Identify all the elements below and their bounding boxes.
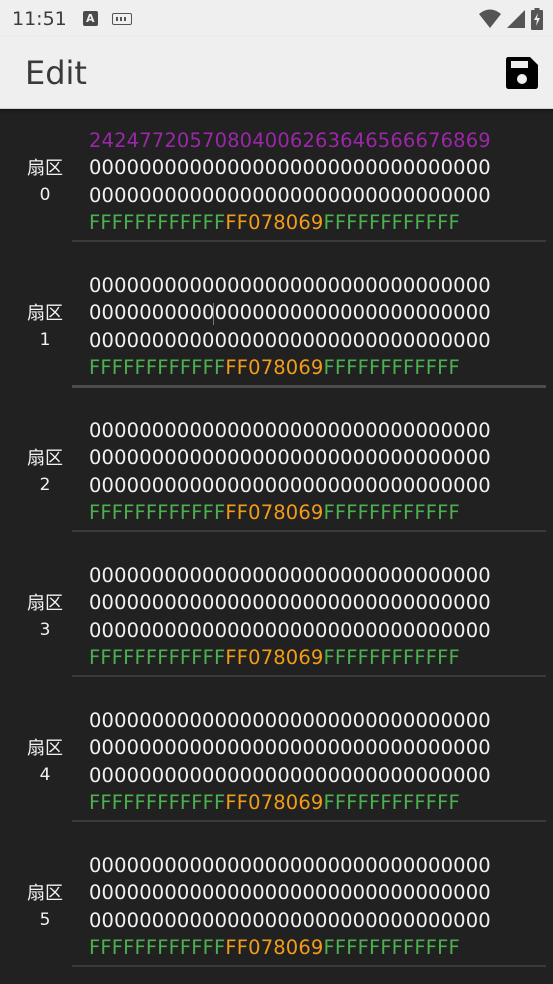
- sector-trailer[interactable]: FFFFFFFFFFFFFF078069FFFFFFFFFFFF: [89, 354, 491, 381]
- data-block[interactable]: 00000000000000000000000000000000: [89, 907, 491, 934]
- sector-number: 3: [39, 620, 51, 640]
- data-block[interactable]: 00000000000000000000000000000000: [89, 272, 491, 299]
- key-a: FFFFFFFFFFFF: [89, 210, 226, 234]
- sector-label-text: 扇区: [27, 738, 63, 759]
- sector-number: 5: [39, 910, 51, 930]
- sector-number: 0: [39, 185, 51, 205]
- sector-label: 扇区 3: [20, 591, 70, 643]
- key-a: FFFFFFFFFFFF: [89, 645, 226, 669]
- sector-item[interactable]: 扇区 2 00000000000000000000000000000000 00000…: [0, 400, 553, 545]
- sector-blocks[interactable]: 00000000000000000000000000000000 00000000…: [89, 417, 491, 526]
- sector-trailer[interactable]: FFFFFFFFFFFFFF078069FFFFFFFFFFFF: [89, 789, 491, 816]
- sector-blocks[interactable]: 00000000000000000000000000000000 00000000…: [89, 562, 491, 671]
- key-a: FFFFFFFFFFFF: [89, 935, 226, 959]
- key-b: FFFFFFFFFFFF: [323, 500, 460, 524]
- data-block[interactable]: 00000000000000000000000000000000: [89, 589, 491, 616]
- sector-number: 4: [39, 765, 51, 785]
- sector-blocks[interactable]: 24247720570804006263646566676869 00000000…: [89, 127, 491, 236]
- sector-label-text: 扇区: [27, 158, 63, 179]
- app-bar: Edit: [0, 37, 553, 109]
- key-b: FFFFFFFFFFFF: [323, 645, 460, 669]
- sector-item[interactable]: 扇区 3 00000000000000000000000000000000 00000…: [0, 545, 553, 690]
- data-block[interactable]: 00000000000000000000000000000000: [89, 444, 491, 471]
- key-b: FFFFFFFFFFFF: [323, 355, 460, 379]
- data-block[interactable]: 00000000000000000000000000000000: [89, 852, 491, 879]
- access-bits: FF078069: [225, 645, 324, 669]
- sector-divider: [72, 965, 546, 967]
- key-a: FFFFFFFFFFFF: [89, 355, 226, 379]
- sector-divider: [72, 240, 546, 242]
- status-bar: 11:51 A: [0, 0, 553, 37]
- sector-label-text: 扇区: [27, 303, 63, 324]
- battery-charging-icon: [531, 8, 543, 30]
- text-cursor: [213, 303, 214, 325]
- key-b: FFFFFFFFFFFF: [323, 935, 460, 959]
- data-block[interactable]: 00000000000000000000000000000000: [89, 762, 491, 789]
- key-a: FFFFFFFFFFFF: [89, 500, 226, 524]
- data-block[interactable]: 00000000000000000000000000000000: [89, 182, 491, 209]
- sector-label: 扇区 5: [20, 881, 70, 933]
- sector-divider: [72, 385, 546, 388]
- status-icons-right: [479, 8, 543, 30]
- data-block[interactable]: 00000000000000000000000000000000: [89, 617, 491, 644]
- key-a: FFFFFFFFFFFF: [89, 790, 226, 814]
- data-block[interactable]: 00000000000000000000000000000000: [89, 417, 491, 444]
- uid-block[interactable]: 24247720570804006263646566676869: [89, 127, 491, 154]
- text-input-icon: A: [82, 11, 98, 26]
- sector-item[interactable]: 扇区 0 24247720570804006263646566676869 00000…: [0, 110, 553, 255]
- sector-blocks[interactable]: 00000000000000000000000000000000 00000000…: [89, 852, 491, 961]
- key-b: FFFFFFFFFFFF: [323, 790, 460, 814]
- sector-trailer[interactable]: FFFFFFFFFFFFFF078069FFFFFFFFFFFF: [89, 209, 491, 236]
- save-icon: [506, 57, 538, 89]
- sector-label: 扇区 0: [20, 156, 70, 208]
- access-bits: FF078069: [225, 210, 324, 234]
- sector-divider: [72, 675, 546, 677]
- key-b: FFFFFFFFFFFF: [323, 210, 460, 234]
- status-icons-left: A: [82, 11, 132, 26]
- page-title: Edit: [25, 54, 87, 92]
- access-bits: FF078069: [225, 355, 324, 379]
- access-bits: FF078069: [225, 790, 324, 814]
- sector-item[interactable]: 扇区 5 00000000000000000000000000000000 00000…: [0, 835, 553, 980]
- data-block[interactable]: 00000000000000000000000000000000: [89, 707, 491, 734]
- signal-icon: [507, 10, 525, 28]
- sector-label-text: 扇区: [27, 593, 63, 614]
- status-time: 11:51: [12, 7, 67, 30]
- sector-label: 扇区 2: [20, 446, 70, 498]
- sector-divider: [72, 820, 546, 822]
- data-block[interactable]: 00000000000000000000000000000000: [89, 327, 491, 354]
- data-block[interactable]: 00000000000000000000000000000000: [89, 472, 491, 499]
- sector-trailer[interactable]: FFFFFFFFFFFFFF078069FFFFFFFFFFFF: [89, 644, 491, 671]
- sector-label-text: 扇区: [27, 448, 63, 469]
- data-block[interactable]: 00000000000000000000000000000000: [89, 299, 491, 326]
- sector-item[interactable]: 扇区 4 00000000000000000000000000000000 00000…: [0, 690, 553, 835]
- sector-trailer[interactable]: FFFFFFFFFFFFFF078069FFFFFFFFFFFF: [89, 499, 491, 526]
- sector-divider: [72, 530, 546, 532]
- sector-label: 扇区 1: [20, 301, 70, 353]
- sector-label: 扇区 4: [20, 736, 70, 788]
- data-block[interactable]: 00000000000000000000000000000000: [89, 879, 491, 906]
- data-block[interactable]: 00000000000000000000000000000000: [89, 562, 491, 589]
- sector-item[interactable]: 扇区 1 00000000000000000000000000000000 00000…: [0, 255, 553, 400]
- sector-blocks[interactable]: 00000000000000000000000000000000 00000000…: [89, 272, 491, 381]
- sector-number: 1: [39, 330, 51, 350]
- access-bits: FF078069: [225, 935, 324, 959]
- access-bits: FF078069: [225, 500, 324, 524]
- data-block[interactable]: 00000000000000000000000000000000: [89, 154, 491, 181]
- keyboard-icon: [111, 12, 132, 25]
- sector-trailer[interactable]: FFFFFFFFFFFFFF078069FFFFFFFFFFFF: [89, 934, 491, 961]
- sector-number: 2: [39, 475, 51, 495]
- sector-blocks[interactable]: 00000000000000000000000000000000 00000000…: [89, 707, 491, 816]
- wifi-icon: [479, 9, 501, 28]
- save-button[interactable]: [505, 56, 539, 90]
- sector-label-text: 扇区: [27, 883, 63, 904]
- data-block[interactable]: 00000000000000000000000000000000: [89, 734, 491, 761]
